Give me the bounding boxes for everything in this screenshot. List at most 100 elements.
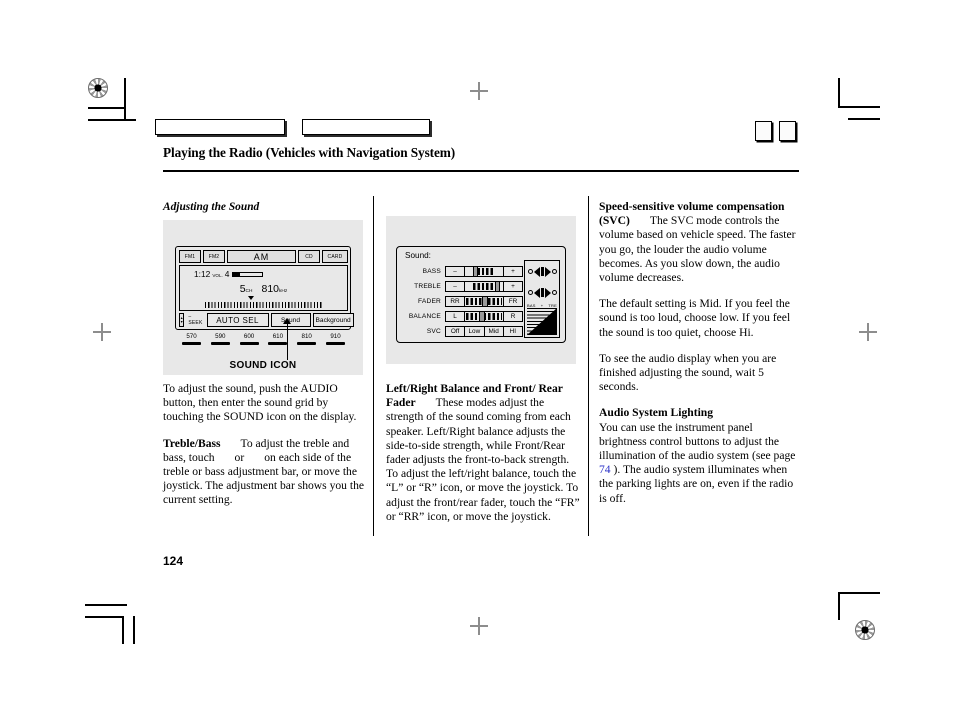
balance-right-button[interactable]: R [503, 311, 522, 321]
sound-panel-frame: Sound: BASS – + TREBLE – + FADER RR FR B… [396, 246, 566, 343]
radio-source-cd[interactable]: CD [298, 250, 320, 263]
sound-row-label-svc: SVC [426, 327, 441, 335]
registration-target-bottom-right [855, 620, 875, 640]
left-paragraph-2: Treble/Bass To adjust the treble and bass… [163, 437, 365, 508]
fader-adjust-bar[interactable]: RR FR [445, 295, 523, 307]
registration-plus-left-center [93, 323, 111, 341]
column-divider-1 [373, 196, 374, 536]
auto-sel-button[interactable]: AUTO SEL [206, 313, 269, 327]
fader-speaker-icon [525, 282, 559, 303]
radio-source-fm2[interactable]: FM2 [203, 250, 225, 263]
bass-decrease-button[interactable]: – [446, 266, 465, 276]
preset-label-2: 590 [215, 333, 226, 340]
page-number: 124 [163, 554, 184, 568]
right-paragraph-2: The default setting is Mid. If you feel … [599, 297, 791, 339]
radio-frequency-line: 5CH 810kHz [180, 283, 347, 295]
svc-option-off[interactable]: Off [446, 326, 466, 336]
svc-option-mid[interactable]: Mid [485, 326, 504, 336]
tuning-ticks [204, 302, 323, 308]
fader-bar-area[interactable] [465, 296, 503, 306]
seek-label: – SEEK [188, 314, 203, 326]
treble-bar-fill [472, 282, 497, 290]
bass-bar-area[interactable] [465, 266, 503, 276]
crop-mark-tl-h2 [88, 119, 136, 121]
heading-audio-system-lighting: Audio System Lighting [599, 406, 714, 420]
balance-left-button[interactable]: L [446, 311, 465, 321]
radio-info-screen: 1:12 VOL. 4 5CH 810kHz [179, 265, 348, 311]
middle-paragraph: Left/Right Balance and Front/ Rear Fader… [386, 382, 582, 524]
preset-button-3[interactable]: 600 [237, 333, 262, 345]
balance-bar-area[interactable] [465, 311, 503, 321]
speaker-right-icon [544, 266, 551, 277]
bass-adjust-bar[interactable]: – + [445, 265, 523, 277]
radio-status-line: 1:12 VOL. 4 [194, 269, 264, 279]
radio-source-fm1[interactable]: FM1 [179, 250, 201, 263]
sound-adjust-rows: BASS – + TREBLE – + FADER RR FR BALANCE … [403, 264, 523, 339]
crop-mark-tr-v [838, 78, 840, 108]
treble-increase-button[interactable]: + [503, 281, 522, 291]
callout-leader-line [287, 322, 289, 360]
eq-curve-graph [527, 308, 557, 335]
sound-row-svc: SVC Off Low Mid HI [403, 324, 523, 338]
page-title: Playing the Radio (Vehicles with Navigat… [163, 145, 456, 160]
preset-button-5[interactable]: 810 [294, 333, 319, 345]
speaker-front-icon [544, 287, 551, 298]
crop-mark-br-h [838, 592, 880, 594]
knob-right-icon [551, 269, 557, 274]
crop-mark-bl-h2 [85, 616, 123, 618]
crop-mark-bl-v1 [122, 616, 124, 644]
svc-option-hi[interactable]: HI [504, 327, 522, 336]
header-corner-box-1 [755, 121, 772, 141]
radio-screen-frame: FM1 FM2 AM CD CARD 1:12 VOL. 4 5CH 810kHz [175, 246, 354, 345]
sound-panel-title: Sound: [405, 251, 431, 260]
balance-adjust-bar[interactable]: L R [445, 310, 523, 322]
crop-mark-br-v [838, 592, 840, 620]
radio-source-card[interactable]: CARD [322, 250, 348, 263]
radio-frequency-unit: kHz [279, 289, 288, 294]
speaker-rear-icon [533, 287, 540, 298]
radio-frequency-value: 810 [261, 283, 280, 295]
seek-stepper[interactable]: ▲ ▼ [179, 313, 185, 327]
right-paragraph-4: Audio System Lighting You can use the ins… [599, 406, 801, 505]
preset-label-5: 810 [301, 333, 312, 340]
registration-plus-top-center [470, 82, 488, 100]
svc-option-low[interactable]: Low [465, 326, 485, 336]
svc-option-group[interactable]: Off Low Mid HI [445, 325, 523, 337]
knob-front-icon [551, 290, 557, 295]
bass-bar-marker [472, 266, 478, 276]
seek-down-icon[interactable]: ▼ [180, 320, 183, 324]
right-column-body: Speed-sensitive volume compensation (SVC… [599, 200, 801, 518]
crop-mark-bl-h1 [85, 604, 127, 606]
knob-left-icon [527, 269, 533, 274]
preset-button-2[interactable]: 590 [208, 333, 233, 345]
balance-speaker-icon [525, 261, 559, 282]
middle-column-body: Left/Right Balance and Front/ Rear Fader… [386, 382, 582, 536]
preset-label-3: 600 [243, 333, 255, 340]
fader-rear-button[interactable]: RR [446, 296, 465, 306]
balance-bar-marker [479, 311, 485, 321]
treble-adjust-bar[interactable]: – + [445, 280, 523, 292]
registration-target-top-left [88, 78, 108, 98]
preset-button-6[interactable]: 910 [323, 333, 348, 345]
preset-button-1[interactable]: 570 [179, 333, 204, 345]
right-paragraph-4-a: You can use the instrument panel brightn… [599, 420, 796, 463]
background-button[interactable]: Background [312, 313, 354, 327]
page-reference-link[interactable]: 74 [599, 463, 611, 476]
title-divider [163, 170, 799, 172]
middle-paragraph-text: These modes adjust the strength of the s… [386, 396, 580, 523]
fader-front-button[interactable]: FR [503, 296, 522, 306]
radio-source-button-row: FM1 FM2 AM CD CARD [179, 250, 348, 263]
radio-unit: FM1 FM2 AM CD CARD 1:12 VOL. 4 5CH 810kHz [175, 246, 354, 346]
radio-tuning-scale [180, 296, 347, 308]
header-tab-box-1 [155, 119, 285, 135]
bass-increase-button[interactable]: + [503, 266, 522, 276]
sound-row-bass: BASS – + [403, 264, 523, 278]
radio-preset-label: CH [245, 289, 253, 294]
left-column: Adjusting the Sound [163, 200, 363, 214]
preset-label-1: 570 [186, 333, 197, 340]
header-tab-box-2 [302, 119, 430, 135]
treble-bar-area[interactable] [465, 281, 503, 291]
knob-rear-icon [527, 290, 533, 295]
treble-decrease-button[interactable]: – [446, 281, 465, 291]
radio-source-am[interactable]: AM [227, 250, 296, 263]
